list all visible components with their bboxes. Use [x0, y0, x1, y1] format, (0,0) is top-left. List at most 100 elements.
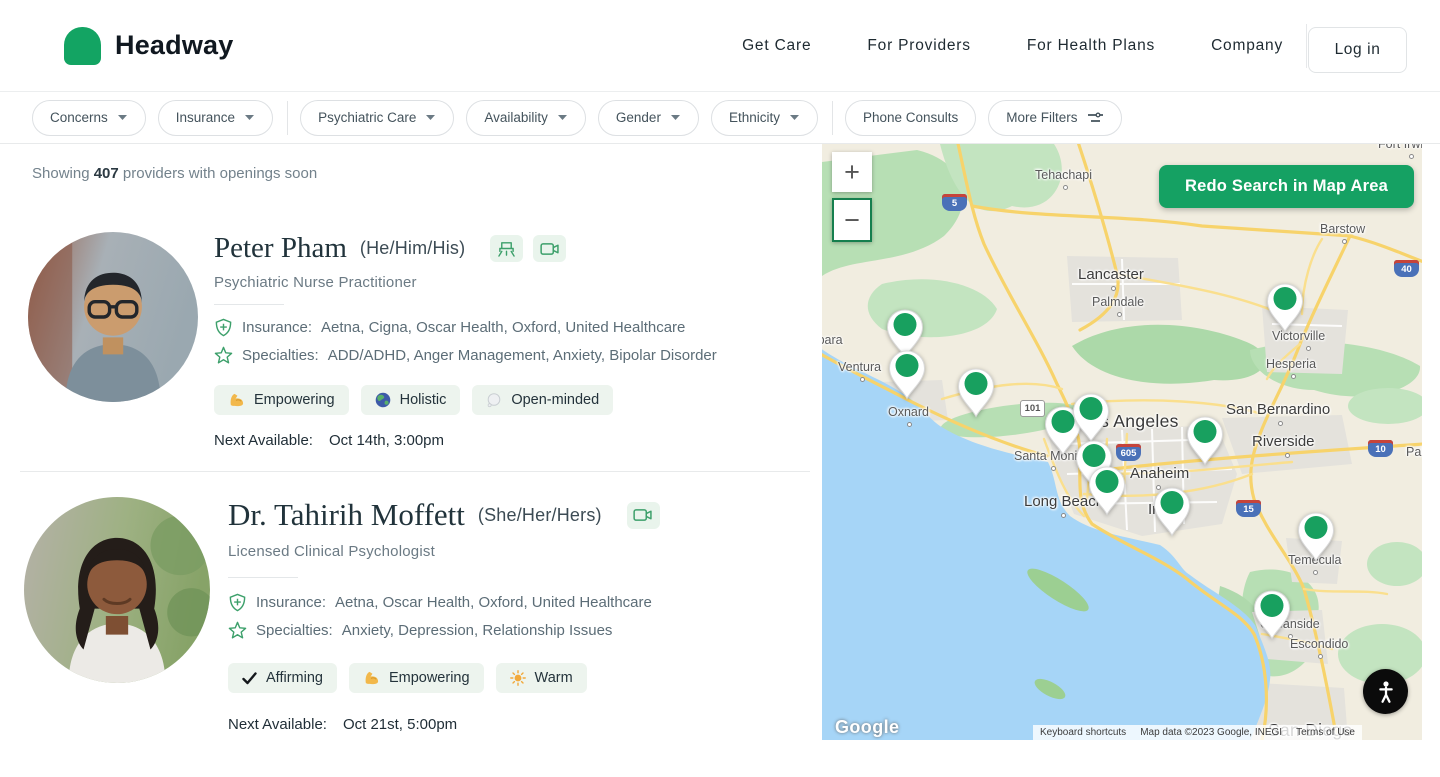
card-divider — [214, 304, 284, 305]
nav-link-for-health-plans[interactable]: For Health Plans — [1027, 37, 1155, 55]
filter-lines-icon — [1087, 112, 1104, 124]
map-zoom-out-button[interactable]: − — [832, 198, 872, 242]
map-zoom-in-button[interactable]: + — [832, 152, 872, 192]
insurance-row: Insurance:Aetna, Cigna, Oscar Health, Ox… — [214, 318, 685, 337]
map-city-dot — [907, 422, 912, 427]
provider-name-row: Dr. Tahirih Moffett(She/Her/Hers) — [228, 497, 660, 533]
next-available-value: Oct 14th, 3:00pm — [329, 432, 444, 449]
session-badges — [627, 502, 660, 529]
shield-plus-icon — [214, 318, 233, 337]
trait-tag: Affirming — [228, 663, 337, 693]
highway-shield-101: 101 — [1020, 400, 1045, 417]
filter-concerns[interactable]: Concerns — [32, 100, 146, 136]
map-attribution: Keyboard shortcutsMap data ©2023 Google,… — [1033, 725, 1362, 740]
specialties-row-value: ADD/ADHD, Anger Management, Anxiety, Bip… — [328, 347, 717, 364]
caret-down-icon — [425, 114, 436, 121]
map-city-label: Ventura — [838, 360, 881, 374]
provider-map-pin[interactable] — [1266, 283, 1304, 333]
nav-links: Get Care For Providers For Health Plans Com… — [742, 37, 1283, 55]
map-city-label: Palm Springs — [1406, 445, 1422, 459]
login-button[interactable]: Log in — [1308, 27, 1407, 73]
trait-label: Open-minded — [511, 392, 599, 408]
headway-logo[interactable]: Headway — [64, 27, 233, 65]
map-attribution-item[interactable]: Keyboard shortcuts — [1033, 725, 1133, 740]
trait-tag: Warm — [496, 663, 587, 693]
specialties-row-value: Anxiety, Depression, Relationship Issues — [342, 622, 613, 639]
thought-icon — [486, 393, 502, 408]
caret-down-icon — [789, 114, 800, 121]
session-badges — [490, 235, 566, 262]
trait-label: Empowering — [389, 670, 470, 686]
filter-label: Availability — [484, 110, 548, 125]
provider-map-pin[interactable] — [1297, 512, 1335, 562]
results-number: 407 — [94, 165, 119, 182]
filter-label: Psychiatric Care — [318, 110, 416, 125]
provider-avatar[interactable] — [28, 232, 198, 402]
map-attribution-item[interactable]: Map data ©2023 Google, INEGI — [1133, 725, 1289, 740]
provider-name[interactable]: Peter Pham — [214, 232, 347, 265]
trait-tag: Empowering — [349, 663, 484, 693]
nav-divider — [1306, 24, 1307, 68]
flex-icon — [228, 392, 245, 408]
provider-map-pin[interactable] — [1186, 416, 1224, 466]
nav-link-company[interactable]: Company — [1211, 37, 1283, 55]
trait-label: Holistic — [400, 392, 447, 408]
insurance-row-label: Insurance: — [242, 319, 312, 336]
caret-down-icon — [670, 114, 681, 121]
armchair-icon[interactable] — [490, 235, 523, 262]
filter-availability[interactable]: Availability — [466, 100, 586, 136]
provider-title: Licensed Clinical Psychologist — [228, 543, 435, 560]
provider-name[interactable]: Dr. Tahirih Moffett — [228, 497, 465, 533]
nav-link-get-care[interactable]: Get Care — [742, 37, 811, 55]
video-icon[interactable] — [533, 235, 566, 262]
map-city-label: Oxnard — [888, 405, 929, 419]
next-available-value: Oct 21st, 5:00pm — [343, 716, 457, 733]
provider-map-pin[interactable] — [1072, 393, 1110, 443]
filter-divider — [832, 101, 833, 135]
results-count: Showing 407 providers with openings soon — [32, 165, 317, 182]
trait-tag: Empowering — [214, 385, 349, 415]
accessibility-button[interactable] — [1363, 669, 1408, 714]
map-attribution-item[interactable]: Terms of Use — [1289, 725, 1362, 740]
next-available-row: Next Available:Oct 21st, 5:00pm — [228, 716, 457, 733]
filter-more-filters[interactable]: More Filters — [988, 100, 1121, 136]
map-panel[interactable]: TehachapiFort IrwinBarstowLancasterPalmd… — [822, 144, 1422, 740]
insurance-row: Insurance:Aetna, Oscar Health, Oxford, U… — [228, 593, 652, 612]
highway-shield-15: 15 — [1236, 500, 1261, 517]
provider-map-pin[interactable] — [1088, 466, 1126, 516]
provider-map-pin[interactable] — [1153, 487, 1191, 537]
globe-icon — [375, 392, 391, 408]
provider-name-row: Peter Pham(He/Him/His) — [214, 232, 566, 265]
filter-label: More Filters — [1006, 110, 1077, 125]
provider-map-pin[interactable] — [1253, 590, 1291, 640]
map-city-dot — [1313, 570, 1318, 575]
provider-avatar[interactable] — [24, 497, 210, 683]
next-available-row: Next Available:Oct 14th, 3:00pm — [214, 432, 444, 449]
insurance-row-value: Aetna, Oscar Health, Oxford, United Heal… — [335, 594, 652, 611]
map-city-dot — [1342, 239, 1347, 244]
map-city-dot — [1061, 513, 1066, 518]
results-suffix: providers with openings soon — [123, 165, 317, 182]
specialties-row: Specialties: Anxiety, Depression, Relatio… — [228, 621, 612, 640]
map-city-label: Palmdale — [1092, 295, 1144, 309]
filter-ethnicity[interactable]: Ethnicity — [711, 100, 818, 136]
check-icon — [242, 672, 257, 685]
trait-label: Empowering — [254, 392, 335, 408]
filter-insurance[interactable]: Insurance — [158, 100, 273, 136]
caret-down-icon — [557, 114, 568, 121]
nav-link-for-providers[interactable]: For Providers — [867, 37, 970, 55]
provider-map-pin[interactable] — [888, 350, 926, 400]
map-city-label: Escondido — [1290, 637, 1348, 651]
redo-search-button[interactable]: Redo Search in Map Area — [1159, 165, 1414, 208]
filter-gender[interactable]: Gender — [598, 100, 699, 136]
accessibility-icon — [1373, 679, 1399, 705]
filter-phone-consults[interactable]: Phone Consults — [845, 100, 976, 136]
provider-search-page: Headway Get Care For Providers For Health … — [0, 0, 1440, 777]
flex-icon — [363, 670, 380, 686]
video-icon[interactable] — [627, 502, 660, 529]
provider-map-pin[interactable] — [957, 368, 995, 418]
specialties-row-label: Specialties: — [256, 622, 333, 639]
caret-down-icon — [244, 114, 255, 121]
filter-psychiatric-care[interactable]: Psychiatric Care — [300, 100, 454, 136]
star-icon — [228, 621, 247, 640]
